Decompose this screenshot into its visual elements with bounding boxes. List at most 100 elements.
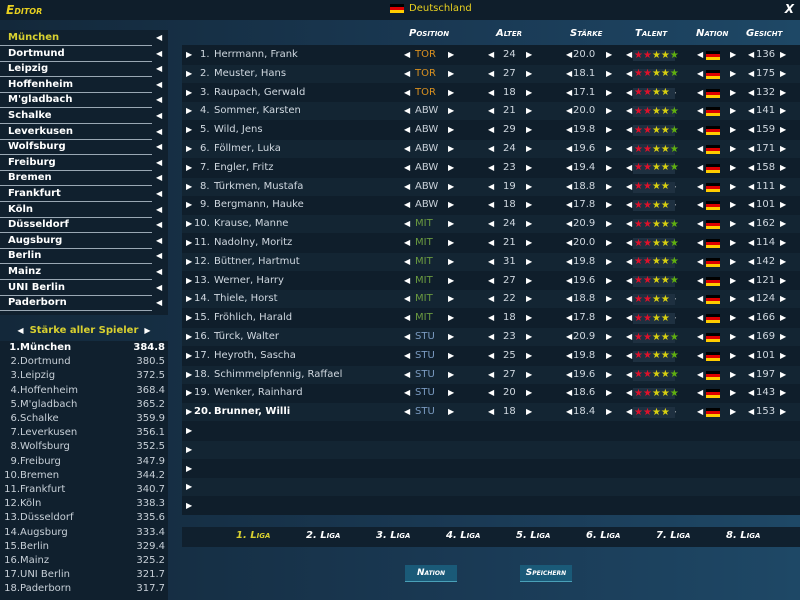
age-left-arrow-icon[interactable]: ◀: [488, 46, 494, 64]
age-left-arrow-icon[interactable]: ◀: [488, 347, 494, 365]
age-left-arrow-icon[interactable]: ◀: [488, 328, 494, 346]
team-item[interactable]: Frankfurt ◀: [0, 186, 168, 202]
expand-arrow-icon[interactable]: ▶: [186, 215, 192, 233]
table-row[interactable]: ▶: [182, 497, 800, 515]
team-item[interactable]: Augsburg ◀: [0, 233, 168, 249]
age-right-arrow-icon[interactable]: ▶: [526, 215, 532, 233]
talent-left-arrow-icon[interactable]: ◀: [626, 196, 632, 214]
age-right-arrow-icon[interactable]: ▶: [526, 366, 532, 384]
face-left-arrow-icon[interactable]: ◀: [748, 65, 754, 83]
age-right-arrow-icon[interactable]: ▶: [526, 65, 532, 83]
face-right-arrow-icon[interactable]: ▶: [780, 347, 786, 365]
talent-left-arrow-icon[interactable]: ◀: [626, 272, 632, 290]
team-item[interactable]: Berlin ◀: [0, 248, 168, 265]
table-row[interactable]: ▶13.Werner, Harry◀▶MIT◀▶27◀▶19.6◀▶★★★★★◀…: [182, 272, 800, 290]
face-right-arrow-icon[interactable]: ▶: [780, 84, 786, 102]
strength-right-arrow-icon[interactable]: ▶: [606, 178, 612, 196]
talent-left-arrow-icon[interactable]: ◀: [626, 328, 632, 346]
strength-right-arrow-icon[interactable]: ▶: [606, 215, 612, 233]
face-right-arrow-icon[interactable]: ▶: [780, 102, 786, 120]
position-right-arrow-icon[interactable]: ▶: [448, 121, 454, 139]
table-row[interactable]: ▶6.Föllmer, Luka◀▶ABW◀▶24◀▶19.6◀▶★★★★★◀▶…: [182, 140, 800, 158]
strength-right-arrow-icon[interactable]: ▶: [606, 290, 612, 308]
expand-arrow-icon[interactable]: ▶: [186, 196, 192, 214]
nation-right-arrow-icon[interactable]: ▶: [730, 253, 736, 271]
face-left-arrow-icon[interactable]: ◀: [748, 46, 754, 64]
arrow-left-icon[interactable]: ◀: [156, 170, 162, 185]
face-left-arrow-icon[interactable]: ◀: [748, 347, 754, 365]
arrow-left-icon[interactable]: ◀: [156, 155, 162, 170]
talent-left-arrow-icon[interactable]: ◀: [626, 102, 632, 120]
team-item[interactable]: UNI Berlin ◀: [0, 280, 168, 296]
expand-arrow-icon[interactable]: ▶: [186, 403, 192, 421]
age-right-arrow-icon[interactable]: ▶: [526, 196, 532, 214]
nation-right-arrow-icon[interactable]: ▶: [730, 272, 736, 290]
expand-arrow-icon[interactable]: ▶: [186, 384, 192, 402]
arrow-left-icon[interactable]: ◀: [156, 77, 162, 92]
strength-right-arrow-icon[interactable]: ▶: [606, 140, 612, 158]
age-right-arrow-icon[interactable]: ▶: [526, 328, 532, 346]
next-arrow-icon[interactable]: ▶: [144, 326, 150, 335]
arrow-left-icon[interactable]: ◀: [156, 264, 162, 279]
nation-right-arrow-icon[interactable]: ▶: [730, 234, 736, 252]
talent-left-arrow-icon[interactable]: ◀: [626, 309, 632, 327]
position-right-arrow-icon[interactable]: ▶: [448, 366, 454, 384]
table-row[interactable]: ▶: [182, 478, 800, 497]
position-right-arrow-icon[interactable]: ▶: [448, 272, 454, 290]
nation-left-arrow-icon[interactable]: ◀: [697, 290, 703, 308]
face-left-arrow-icon[interactable]: ◀: [748, 290, 754, 308]
face-left-arrow-icon[interactable]: ◀: [748, 384, 754, 402]
face-left-arrow-icon[interactable]: ◀: [748, 121, 754, 139]
table-row[interactable]: ▶: [182, 460, 800, 478]
age-left-arrow-icon[interactable]: ◀: [488, 121, 494, 139]
arrow-left-icon[interactable]: ◀: [156, 248, 162, 263]
col-staerke[interactable]: Stärke: [570, 28, 602, 39]
team-item[interactable]: M'gladbach ◀: [0, 92, 168, 109]
age-left-arrow-icon[interactable]: ◀: [488, 253, 494, 271]
face-right-arrow-icon[interactable]: ▶: [780, 215, 786, 233]
strength-left-arrow-icon[interactable]: ◀: [566, 403, 572, 421]
strength-right-arrow-icon[interactable]: ▶: [606, 65, 612, 83]
strength-left-arrow-icon[interactable]: ◀: [566, 46, 572, 64]
expand-arrow-icon[interactable]: ▶: [186, 84, 192, 102]
arrow-left-icon[interactable]: ◀: [156, 280, 162, 295]
face-right-arrow-icon[interactable]: ▶: [780, 159, 786, 177]
nation-left-arrow-icon[interactable]: ◀: [697, 234, 703, 252]
position-right-arrow-icon[interactable]: ▶: [448, 46, 454, 64]
table-row[interactable]: ▶: [182, 422, 800, 440]
position-left-arrow-icon[interactable]: ◀: [404, 253, 410, 271]
age-right-arrow-icon[interactable]: ▶: [526, 253, 532, 271]
face-right-arrow-icon[interactable]: ▶: [780, 46, 786, 64]
age-left-arrow-icon[interactable]: ◀: [488, 366, 494, 384]
nation-left-arrow-icon[interactable]: ◀: [697, 215, 703, 233]
strength-left-arrow-icon[interactable]: ◀: [566, 253, 572, 271]
strength-left-arrow-icon[interactable]: ◀: [566, 121, 572, 139]
nation-left-arrow-icon[interactable]: ◀: [697, 140, 703, 158]
age-left-arrow-icon[interactable]: ◀: [488, 384, 494, 402]
team-item[interactable]: Köln ◀: [0, 202, 168, 218]
prev-arrow-icon[interactable]: ◀: [17, 326, 23, 335]
position-right-arrow-icon[interactable]: ▶: [448, 403, 454, 421]
position-left-arrow-icon[interactable]: ◀: [404, 328, 410, 346]
nation-left-arrow-icon[interactable]: ◀: [697, 384, 703, 402]
talent-left-arrow-icon[interactable]: ◀: [626, 234, 632, 252]
nation-right-arrow-icon[interactable]: ▶: [730, 290, 736, 308]
strength-left-arrow-icon[interactable]: ◀: [566, 347, 572, 365]
talent-left-arrow-icon[interactable]: ◀: [626, 366, 632, 384]
nation-right-arrow-icon[interactable]: ▶: [730, 178, 736, 196]
face-left-arrow-icon[interactable]: ◀: [748, 234, 754, 252]
strength-right-arrow-icon[interactable]: ▶: [606, 328, 612, 346]
strength-left-arrow-icon[interactable]: ◀: [566, 159, 572, 177]
face-right-arrow-icon[interactable]: ▶: [780, 290, 786, 308]
nation-right-arrow-icon[interactable]: ▶: [730, 347, 736, 365]
age-right-arrow-icon[interactable]: ▶: [526, 140, 532, 158]
expand-arrow-icon[interactable]: ▶: [186, 366, 192, 384]
face-right-arrow-icon[interactable]: ▶: [780, 272, 786, 290]
strength-right-arrow-icon[interactable]: ▶: [606, 347, 612, 365]
expand-arrow-icon[interactable]: ▶: [186, 159, 192, 177]
position-right-arrow-icon[interactable]: ▶: [448, 65, 454, 83]
expand-arrow-icon[interactable]: ▶: [186, 46, 192, 64]
strength-left-arrow-icon[interactable]: ◀: [566, 234, 572, 252]
nation-right-arrow-icon[interactable]: ▶: [730, 366, 736, 384]
age-right-arrow-icon[interactable]: ▶: [526, 403, 532, 421]
